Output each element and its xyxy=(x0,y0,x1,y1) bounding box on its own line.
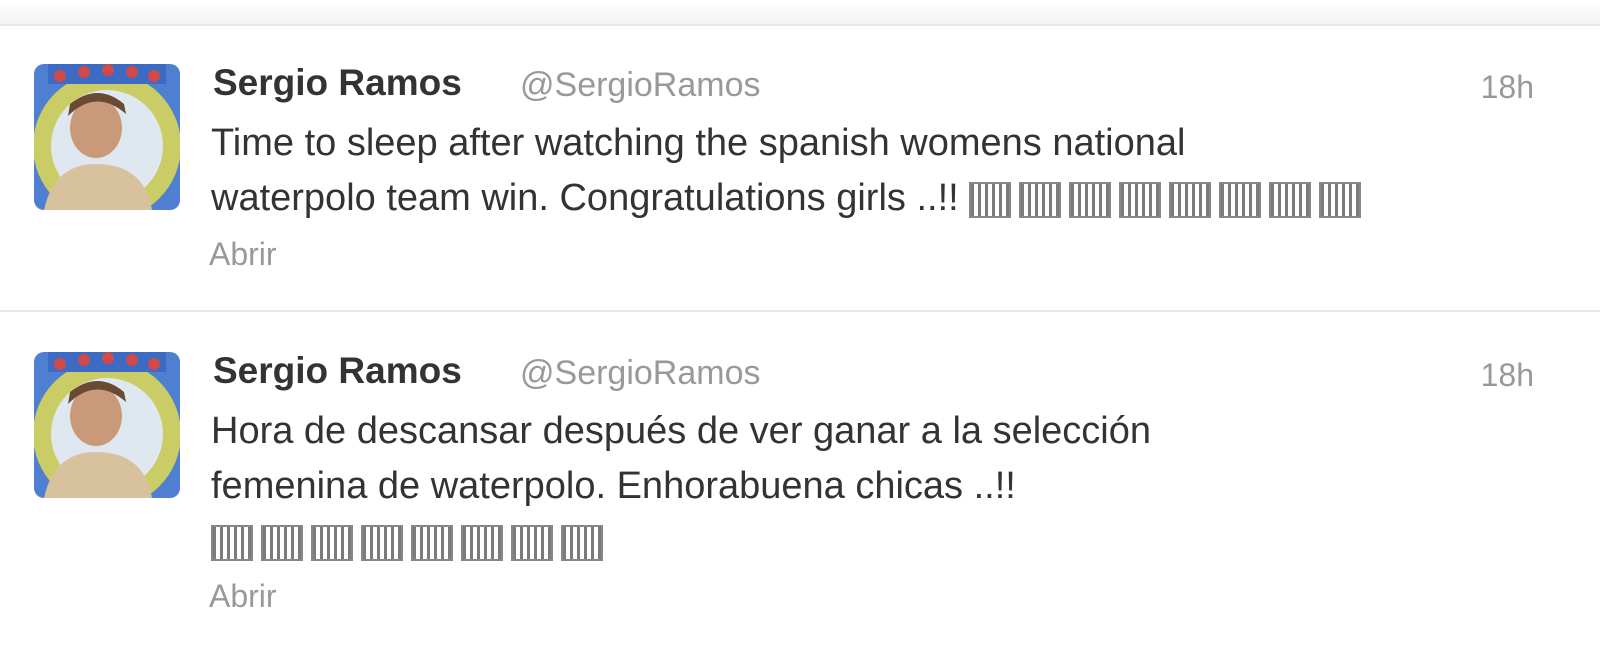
flag-es-icon xyxy=(968,181,1011,218)
tweet-text-line: femenina de waterpolo. Enhorabuena chica… xyxy=(211,465,1016,507)
tweet-text: Hora de descansar después de ver ganar a… xyxy=(211,404,1511,569)
tweet-item[interactable]: Sergio Ramos @SergioRamos 18h Time to sl… xyxy=(0,26,1600,312)
author-username[interactable]: @SergioRamos xyxy=(520,66,761,105)
flag-es-icon xyxy=(1268,181,1311,218)
tweet-text-line xyxy=(211,514,1511,569)
flag-es-icon xyxy=(561,524,603,561)
author-fullname[interactable]: Sergio Ramos xyxy=(213,350,462,392)
tweet-timestamp[interactable]: 18h xyxy=(1481,69,1534,106)
avatar-image xyxy=(34,64,180,210)
flag-es-icon xyxy=(511,524,553,561)
emoji-row xyxy=(211,524,603,561)
avatar-image xyxy=(34,352,180,498)
open-tweet-link[interactable]: Abrir xyxy=(209,236,277,273)
flag-es-icon xyxy=(1068,181,1111,218)
tweet-text-line: Time to sleep after watching the spanish… xyxy=(211,122,1186,164)
flag-es-icon xyxy=(261,524,303,561)
avatar[interactable] xyxy=(34,352,180,498)
tweet-text-segment: waterpolo team win. Congratulations girl… xyxy=(211,177,959,219)
flag-es-icon xyxy=(361,524,403,561)
flag-es-icon xyxy=(1168,181,1211,218)
emoji-row xyxy=(968,181,1361,218)
flag-es-icon xyxy=(1118,181,1161,218)
avatar[interactable] xyxy=(34,64,180,210)
tweet-text: Time to sleep after watching the spanish… xyxy=(211,116,1511,226)
tweet-text-line: Hora de descansar después de ver ganar a… xyxy=(211,410,1152,452)
tweet-item[interactable]: Sergio Ramos @SergioRamos 18h Hora de de… xyxy=(0,314,1600,658)
flag-es-icon xyxy=(211,524,253,561)
flag-es-icon xyxy=(1218,181,1261,218)
flag-es-icon xyxy=(461,524,503,561)
author-username[interactable]: @SergioRamos xyxy=(520,354,761,393)
flag-es-icon xyxy=(411,524,453,561)
timeline-top-strip xyxy=(0,0,1600,26)
author-fullname[interactable]: Sergio Ramos xyxy=(213,62,462,104)
flag-es-icon xyxy=(311,524,353,561)
flag-es-icon xyxy=(1018,181,1061,218)
flag-es-icon xyxy=(1318,181,1361,218)
tweet-text-line: waterpolo team win. Congratulations girl… xyxy=(211,171,1511,226)
tweet-timestamp[interactable]: 18h xyxy=(1481,357,1534,394)
open-tweet-link[interactable]: Abrir xyxy=(209,578,277,615)
